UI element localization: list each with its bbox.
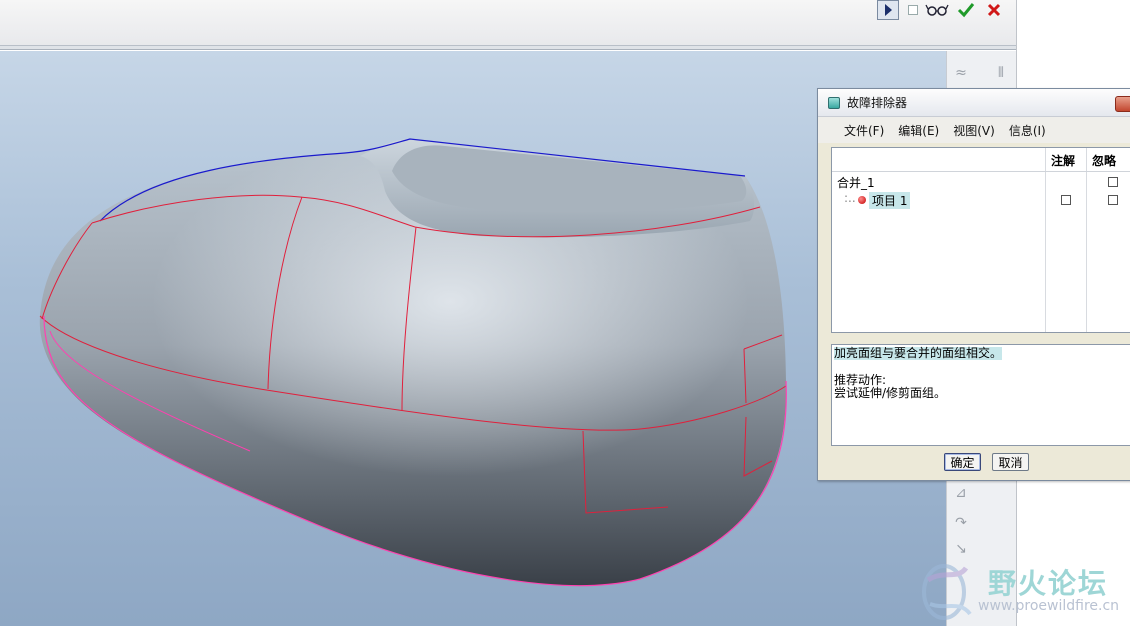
watermark-title: 野火论坛: [988, 567, 1109, 600]
ignore-checkbox[interactable]: [1108, 177, 1118, 187]
tree-row-item[interactable]: :.. 项目 1: [832, 191, 1130, 209]
dialog-title: 故障排除器: [847, 96, 908, 110]
glasses-icon: [925, 4, 949, 16]
troubleshooter-dialog: 故障排除器 文件(F) 编辑(E) 视图(V) 信息(I) 注解 忽略 合并_1…: [817, 88, 1130, 481]
close-icon: [987, 3, 1001, 17]
tree-connector: :..: [844, 191, 856, 205]
tree-item-label: 项目 1: [869, 192, 911, 209]
mirror-icon[interactable]: ⫴: [991, 65, 1011, 83]
column-ignore[interactable]: 忽略: [1092, 152, 1116, 169]
dashboard-toolbar: [0, 0, 1016, 50]
forum-logo-icon: [922, 564, 972, 620]
curve-icon[interactable]: ≈: [951, 65, 971, 83]
tree-header: 注解 忽略: [832, 148, 1130, 172]
dialog-menubar: 文件(F) 编辑(E) 视图(V) 信息(I): [818, 117, 1130, 143]
menu-edit[interactable]: 编辑(E): [898, 122, 939, 139]
dialog-close-button[interactable]: [1115, 96, 1130, 112]
tree-row-root[interactable]: 合并_1: [832, 173, 1130, 191]
verify-button[interactable]: [924, 0, 950, 20]
checkbox-icon: [908, 5, 918, 15]
error-bullet-icon: [858, 196, 866, 204]
pause-button[interactable]: [877, 0, 899, 20]
dialog-app-icon: [828, 96, 840, 109]
cancel-feature-button[interactable]: [983, 0, 1005, 20]
note-checkbox[interactable]: [1061, 195, 1071, 205]
column-divider: [1086, 148, 1087, 171]
message-highlight: 加亮面组与要合并的面组相交。: [834, 346, 1003, 360]
extend-icon[interactable]: ⊿: [951, 485, 971, 503]
offset-icon[interactable]: ↘: [951, 541, 971, 559]
message-area: 加亮面组与要合并的面组相交。 推荐动作: 尝试延伸/修剪面组。: [831, 344, 1130, 446]
menu-file[interactable]: 文件(F): [844, 122, 884, 139]
pause-icon: [885, 4, 892, 16]
menu-view[interactable]: 视图(V): [953, 122, 995, 139]
preview-checkbox[interactable]: [906, 0, 920, 20]
ok-button[interactable]: 确定: [944, 453, 981, 471]
column-divider: [1045, 148, 1046, 171]
trim-icon[interactable]: ↷: [951, 515, 971, 533]
problem-tree[interactable]: 注解 忽略 合并_1 :.. 项目 1: [831, 147, 1130, 333]
ignore-checkbox[interactable]: [1108, 195, 1118, 205]
dialog-titlebar[interactable]: 故障排除器: [818, 89, 1130, 117]
tree-root-label: 合并_1: [837, 176, 875, 190]
watermark-url: www.proewildfire.cn: [978, 598, 1120, 614]
watermark: 野火论坛 www.proewildfire.cn: [918, 558, 1130, 626]
column-notes[interactable]: 注解: [1051, 152, 1075, 169]
cancel-button[interactable]: 取消: [992, 453, 1029, 471]
toolbar-separator: [0, 46, 1016, 50]
menu-info[interactable]: 信息(I): [1009, 122, 1046, 139]
message-action-text: 尝试延伸/修剪面组。: [834, 386, 947, 400]
apply-button[interactable]: [955, 0, 977, 20]
checkmark-icon: [957, 3, 975, 18]
